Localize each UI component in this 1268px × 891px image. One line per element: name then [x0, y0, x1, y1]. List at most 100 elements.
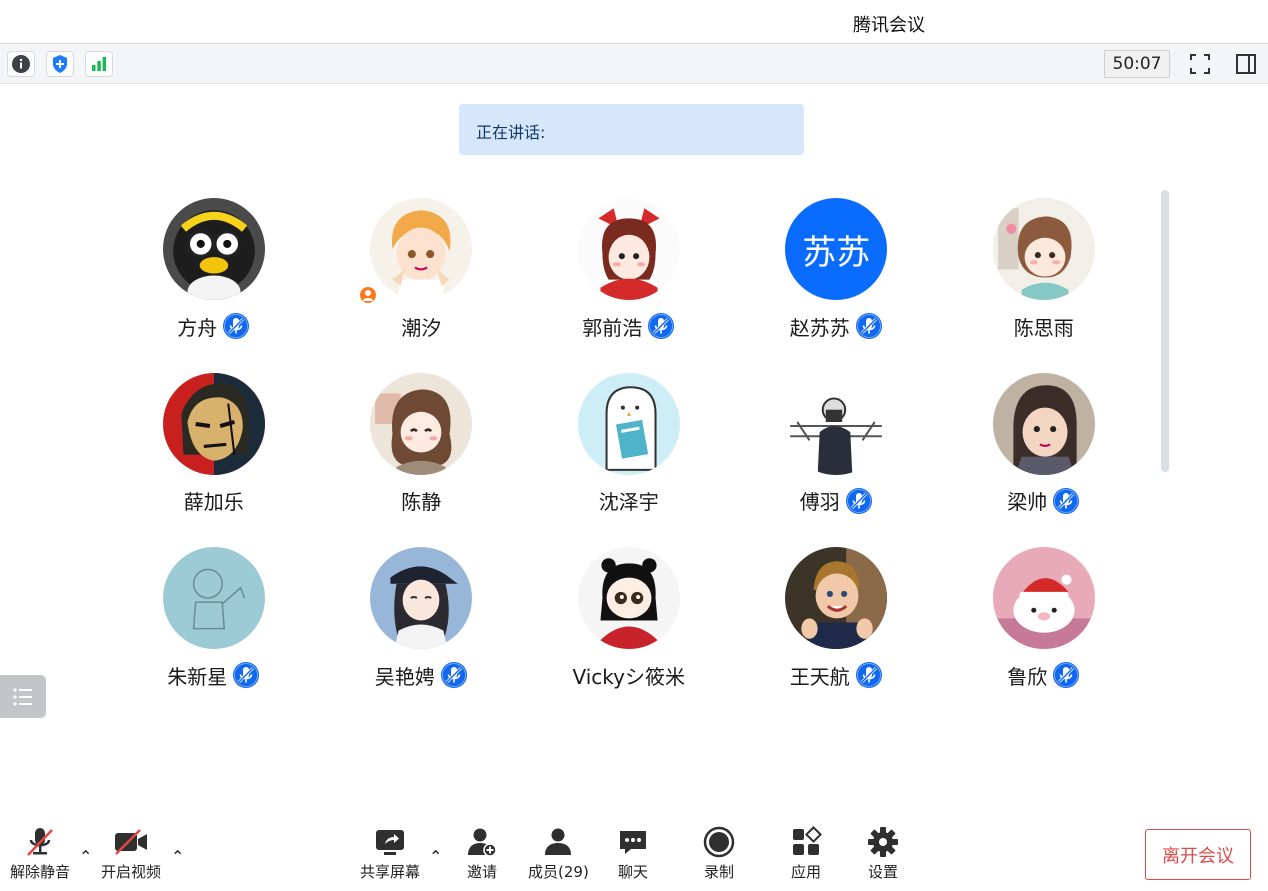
participant-tile[interactable]: 薛加乐	[110, 372, 318, 548]
participant-tile[interactable]: 傅羽	[733, 372, 941, 548]
participant-name: 朱新星	[167, 664, 228, 689]
host-badge-icon	[357, 285, 378, 305]
audio-options-chevron-icon[interactable]: ⌃	[79, 847, 92, 866]
participant-name-row: Vickyシ筱米	[573, 661, 686, 689]
gear-icon	[868, 827, 898, 857]
participant-tile[interactable]: Vickyシ筱米	[525, 547, 733, 722]
apps-button[interactable]: 应用	[790, 826, 822, 882]
invite-label: 邀请	[466, 863, 497, 881]
leave-meeting-button[interactable]: 离开会议	[1145, 829, 1251, 880]
settings-label: 设置	[867, 863, 898, 881]
participant-tile[interactable]: 潮汐	[318, 198, 526, 373]
participant-name: 吴艳娉	[374, 664, 435, 689]
record-label: 录制	[703, 863, 734, 881]
meeting-toolbar: 50:07	[0, 44, 1268, 84]
participant-grid: 方舟 潮汐 郭前浩 苏苏 赵苏苏 陈思雨 薛加乐 陈静 沈泽宇 傅羽 梁帅 朱新星 吴艳娉 Vickyシ筱…	[110, 198, 1150, 722]
bottom-control-bar: 解除静音 ⌃ 开启视频 ⌃ 共享屏幕 ⌃ 邀请 成员(29) 聊天 录制 应用 …	[0, 815, 1268, 891]
list-icon	[13, 687, 32, 706]
girl-fan-avatar	[577, 547, 680, 649]
speaking-label: 正在讲话:	[476, 123, 546, 142]
participant-tile[interactable]: 王天航	[733, 547, 941, 722]
fullscreen-icon[interactable]	[1186, 51, 1214, 77]
participant-name-row: 方舟	[177, 312, 250, 340]
share-screen-icon	[376, 830, 404, 855]
mic-muted-icon	[232, 661, 260, 689]
participant-name: 傅羽	[799, 490, 840, 514]
participant-name-row: 傅羽	[800, 487, 873, 515]
kid-thumbs-avatar	[785, 547, 888, 649]
video-options-chevron-icon[interactable]: ⌃	[171, 847, 184, 866]
meeting-timer: 50:07	[1104, 50, 1170, 78]
participant-name-row: 陈静	[401, 487, 441, 515]
participant-name-row: 潮汐	[401, 312, 441, 340]
chat-button[interactable]: 聊天	[617, 826, 649, 882]
invite-button[interactable]: 邀请	[465, 826, 499, 882]
apps-label: 应用	[790, 863, 821, 881]
participant-name: 陈思雨	[1013, 315, 1074, 340]
mic-muted-icon	[440, 661, 468, 689]
record-button[interactable]: 录制	[703, 826, 735, 882]
participant-tile[interactable]: 朱新星	[110, 547, 318, 722]
participant-tile[interactable]: 沈泽宇	[525, 372, 733, 548]
participant-name: 赵苏苏	[789, 315, 850, 340]
mic-muted-icon	[855, 312, 883, 340]
participant-tile[interactable]: 梁帅	[940, 372, 1148, 548]
participant-name: 王天航	[789, 664, 850, 689]
participant-name: 陈静	[401, 490, 442, 514]
participant-tile[interactable]: 陈静	[318, 372, 526, 548]
settings-button[interactable]: 设置	[867, 826, 899, 882]
unmute-button[interactable]: 解除静音	[10, 826, 70, 882]
anime-boy-avatar	[370, 198, 473, 300]
girl-cap-avatar	[370, 547, 473, 649]
list-view-toggle[interactable]	[0, 675, 46, 718]
shield-icon[interactable]	[46, 51, 74, 77]
participant-name: 方舟	[177, 315, 218, 340]
members-button[interactable]: 成员(29)	[528, 826, 589, 882]
members-icon	[545, 828, 572, 855]
mic-muted-icon	[855, 661, 883, 689]
start-video-label: 开启视频	[101, 863, 162, 881]
participant-name-row: 朱新星	[167, 661, 260, 689]
share-options-chevron-icon[interactable]: ⌃	[429, 847, 442, 866]
baby-photo-avatar	[992, 372, 1095, 475]
participant-tile[interactable]: 郭前浩	[525, 198, 733, 373]
participant-name-row: 郭前浩	[582, 312, 675, 340]
sidebar-toggle-icon[interactable]	[1232, 51, 1260, 77]
participant-name: Vickyシ筱米	[572, 664, 686, 689]
mic-muted-icon	[222, 312, 250, 340]
chibi-girl-brown-avatar	[370, 372, 473, 475]
grid-scrollbar[interactable]	[1161, 190, 1169, 472]
info-icon[interactable]	[7, 51, 35, 77]
chat-icon	[620, 831, 646, 854]
participant-name-row: 薛加乐	[184, 487, 244, 515]
pig-santa-avatar	[992, 547, 1095, 649]
video-off-icon	[115, 829, 147, 855]
window-title: 腾讯会议	[853, 15, 925, 36]
signal-icon[interactable]	[85, 51, 113, 77]
share-screen-button[interactable]: 共享屏幕	[360, 826, 420, 882]
members-label: 成员(29)	[528, 863, 589, 881]
invite-icon	[468, 828, 497, 857]
participant-tile[interactable]: 吴艳娉	[318, 547, 526, 722]
photographer-avatar	[785, 372, 888, 475]
penguin-avatar	[162, 198, 265, 300]
participant-tile[interactable]: 方舟	[110, 198, 318, 373]
avatar-text: 苏苏	[802, 232, 871, 273]
chibi-girl-avatar	[992, 198, 1095, 300]
unmute-label: 解除静音	[10, 863, 71, 881]
participant-name-row: 赵苏苏	[790, 312, 883, 340]
chat-label: 聊天	[617, 863, 648, 881]
participant-name: 梁帅	[1007, 490, 1048, 514]
participant-name-row: 梁帅	[1007, 487, 1080, 515]
participant-tile[interactable]: 苏苏赵苏苏	[733, 198, 941, 373]
chibi-girl-red-avatar	[577, 198, 680, 300]
start-video-button[interactable]: 开启视频	[101, 826, 161, 882]
mic-muted-icon	[647, 312, 675, 340]
participant-name: 薛加乐	[183, 490, 244, 514]
participant-tile[interactable]: 陈思雨	[940, 198, 1148, 373]
participant-tile[interactable]: 鲁欣	[940, 547, 1148, 722]
record-icon	[703, 826, 735, 858]
participant-name-row: 陈思雨	[1014, 312, 1074, 340]
participant-name: 鲁欣	[1007, 664, 1048, 689]
mic-muted-icon	[845, 487, 873, 515]
